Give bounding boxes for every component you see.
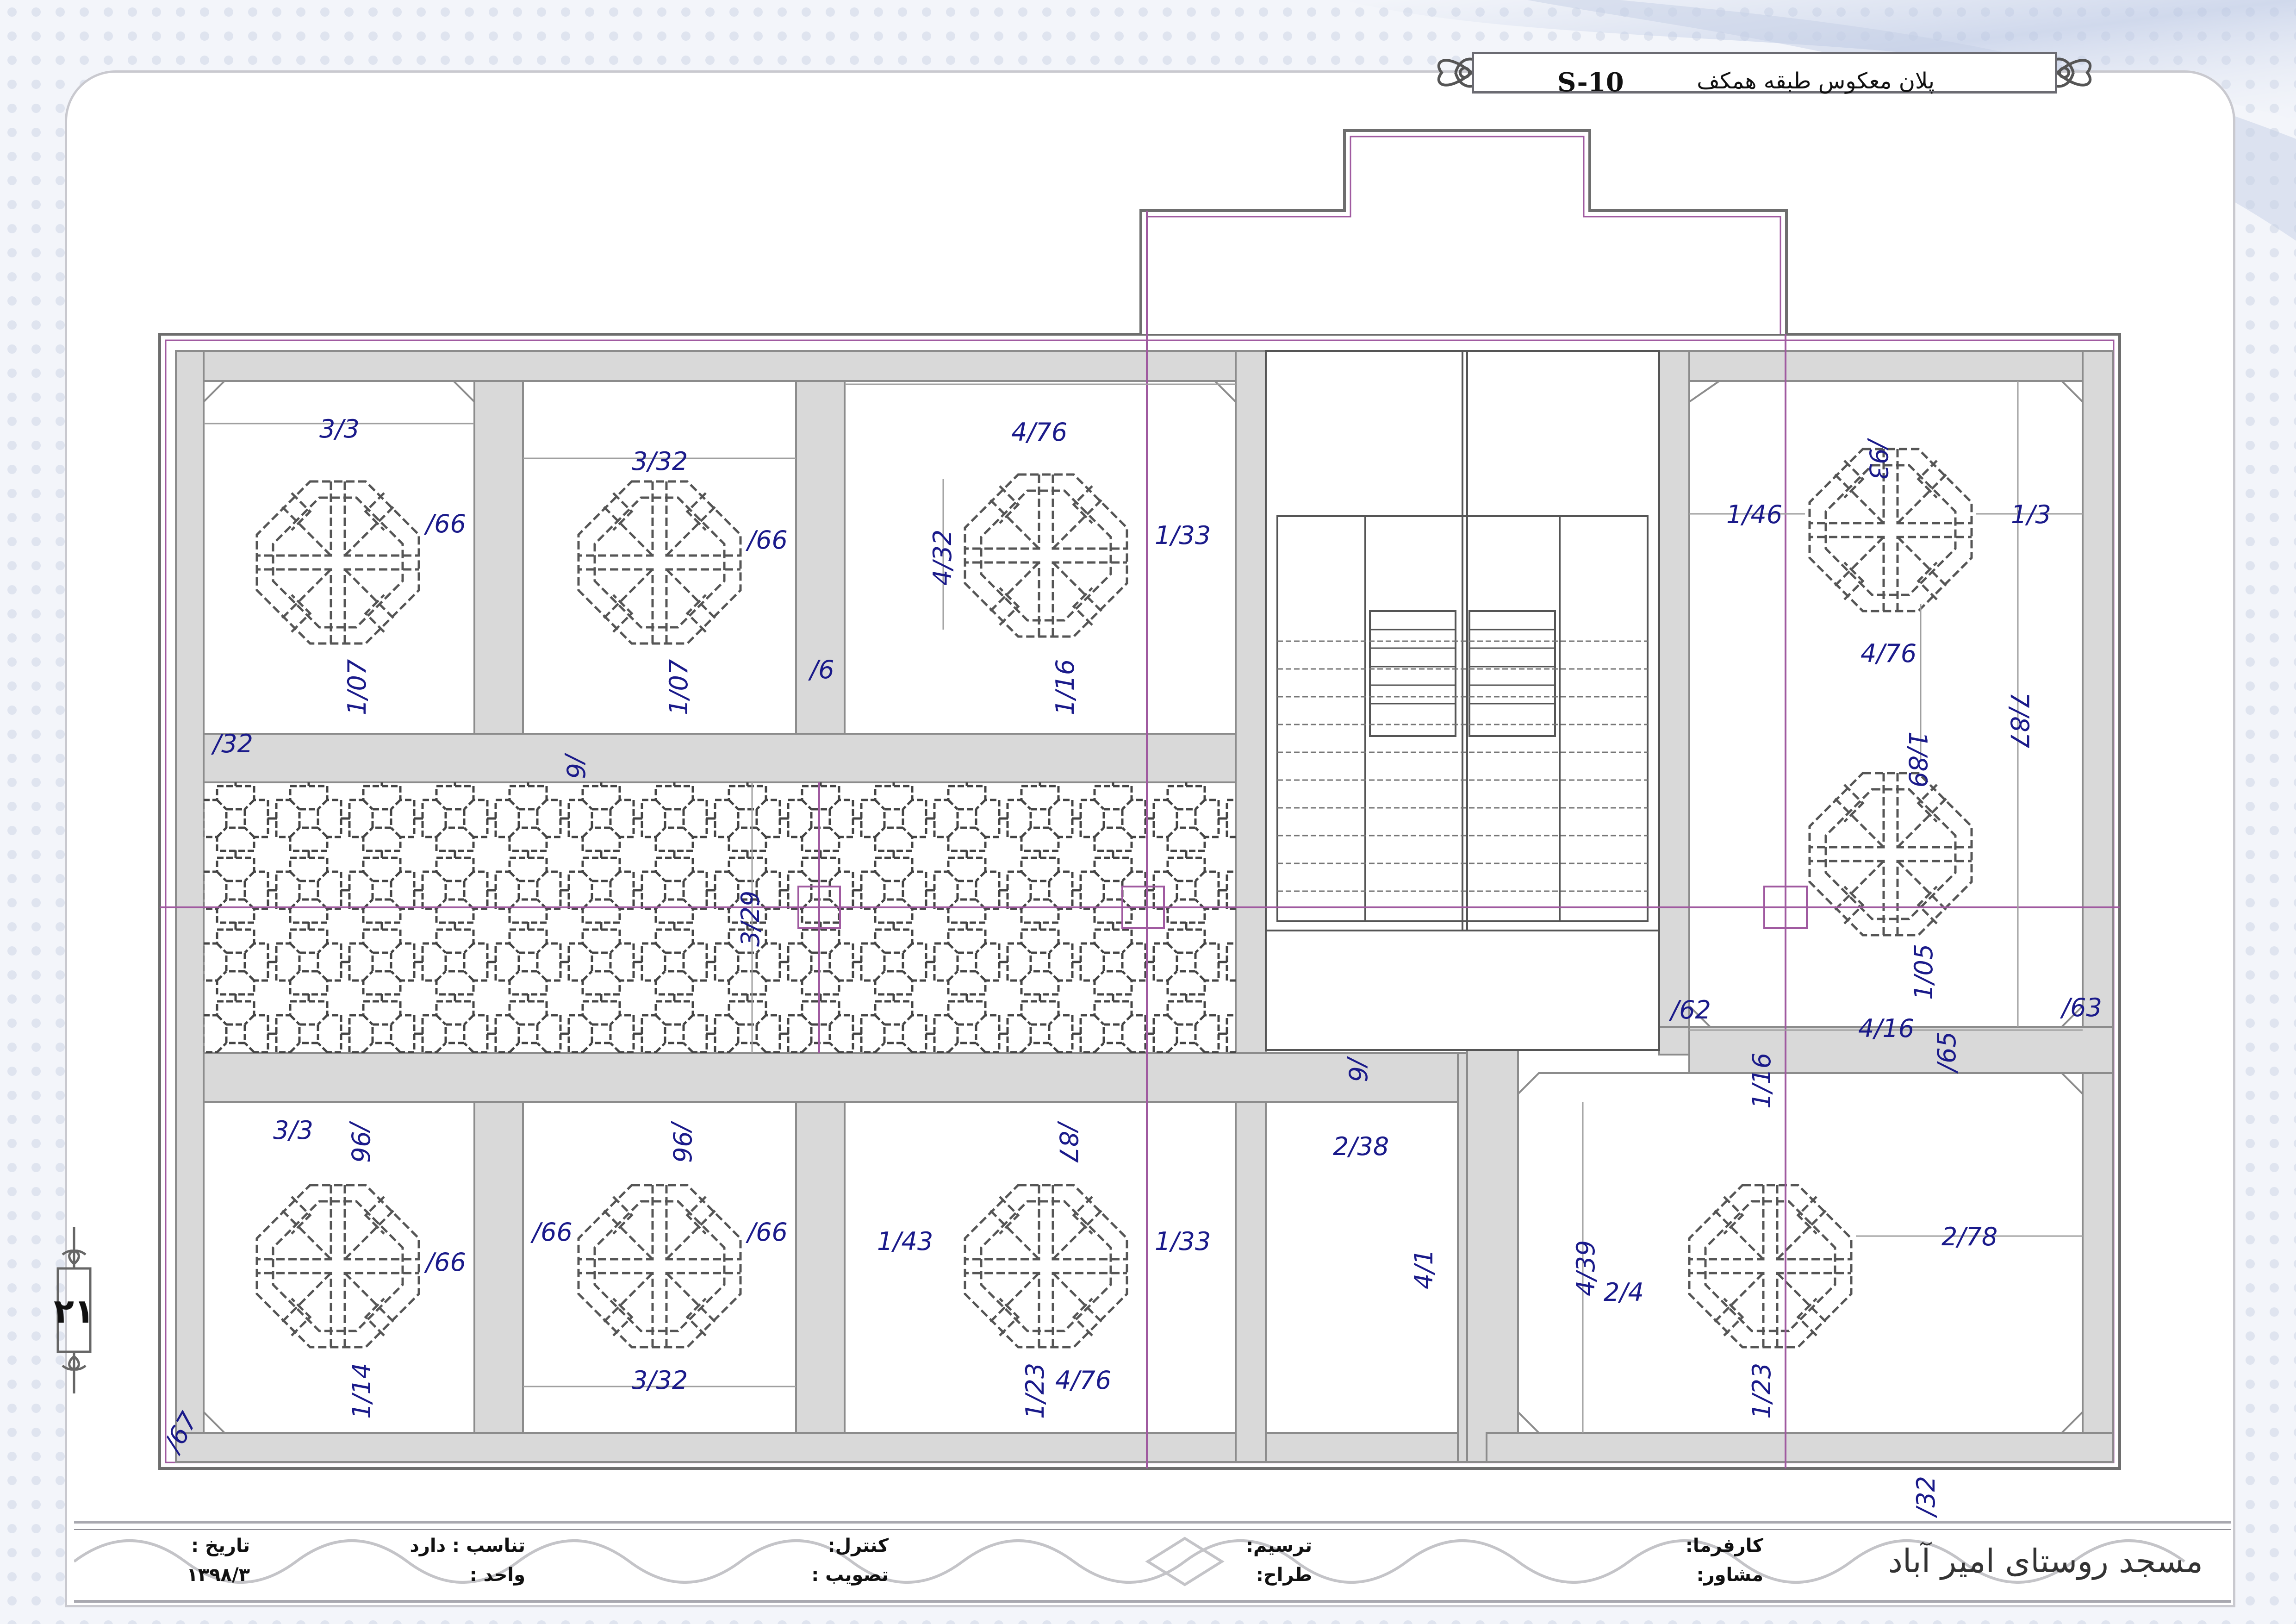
dim-label: 3/3 [273, 1116, 313, 1145]
dim-label: /63 [2060, 993, 2102, 1022]
reflected-ceiling-plan: 3/3 3/32 4/76 /66 /66 4/32 1/33 1/46 /93… [157, 129, 2121, 1518]
project-name: مسجد روستای امیر آباد [1888, 1542, 2203, 1580]
dim-label: 1/23 [1747, 1363, 1776, 1419]
dim-label: 1/23 [1020, 1363, 1050, 1419]
dim-label: 1/16 [1747, 1053, 1776, 1109]
dim-label: /6 [808, 655, 834, 684]
dim-label: 4/39 [1571, 1240, 1600, 1296]
dim-label: 1/07 [664, 659, 693, 715]
sheet-code: S-10 [1557, 67, 1624, 98]
page-number: ۲۱ [54, 1292, 94, 1330]
dim-label: /66 [424, 1248, 466, 1277]
dim-label: /87 [1054, 1121, 1083, 1163]
dim-label: /93 [1864, 438, 1893, 480]
dim-label: 1/05 [1909, 944, 1938, 1000]
dim-label: 2/78 [1941, 1222, 1997, 1251]
dim-label: 4/16 [1858, 1014, 1914, 1043]
dim-label: 2/38 [1333, 1132, 1389, 1161]
dim-label: /62 [1669, 995, 1711, 1024]
dim-label: 4/1 [1409, 1249, 1438, 1289]
dim-label: /96 [667, 1121, 697, 1163]
dim-label: /66 [424, 509, 466, 538]
title-frame: S-10 پلان معکوس طبقه همکف [1472, 52, 2057, 98]
dim-label: 4/76 [1011, 418, 1067, 447]
dim-label: 7/87 [2005, 692, 2034, 748]
consultant-label: مشاور: [1696, 1564, 1763, 1586]
dim-label: 1/46 [1726, 500, 1782, 529]
designer-label: طراح: [1256, 1564, 1312, 1586]
dim-label: 1/3 [2011, 500, 2051, 529]
dim-label: 1/43 [877, 1227, 933, 1256]
dim-label: 1/33 [1155, 521, 1211, 550]
dim-label: 1/14 [347, 1363, 376, 1419]
dim-label: /66 [530, 1218, 572, 1247]
page-number-badge: ۲۱ [49, 1227, 100, 1393]
sheet-title-bar: S-10 پلان معکوس طبقه همکف [1428, 43, 2101, 103]
employer-label: کارفرما: [1685, 1535, 1763, 1556]
control-label: کنترل: [828, 1535, 889, 1556]
dim-label: /96 [346, 1121, 375, 1163]
dim-label: 3/32 [632, 447, 688, 476]
approval-label: تصویب : [811, 1564, 889, 1586]
scale-label: تناسب : دارد [410, 1535, 525, 1556]
dim-label: /66 [746, 525, 788, 555]
dim-label: 3/32 [632, 1366, 688, 1395]
date-label: تاریخ : [191, 1535, 250, 1556]
drafting-label: ترسیم: [1246, 1535, 1312, 1556]
dim-label: 1/16 [1051, 659, 1080, 715]
unit-label: واحد : [469, 1564, 525, 1586]
dim-label: /6 [561, 753, 590, 779]
title-block: مسجد روستای امیر آباد کارفرما: مشاور: تر… [74, 1521, 2231, 1603]
dim-label: /32 [211, 729, 253, 758]
date-value: ۱۳۹۸/۳ [187, 1564, 250, 1586]
dim-label: 4/32 [928, 530, 957, 586]
dim-label: /65 [1932, 1031, 1961, 1074]
dim-label: 4/76 [1055, 1366, 1111, 1395]
sheet-title: پلان معکوس طبقه همکف [1697, 68, 1935, 94]
dim-label: 1/89 [1903, 731, 1932, 787]
dim-label: /66 [746, 1218, 788, 1247]
dim-label: /32 [1911, 1476, 1941, 1518]
dim-label: 3/3 [319, 414, 360, 443]
dim-label: 2/4 [1604, 1278, 1644, 1307]
dim-label: 1/33 [1155, 1227, 1211, 1256]
dim-label: /6 [1343, 1056, 1372, 1082]
dim-label: 3/29 [736, 891, 765, 947]
dim-label: 4/76 [1860, 639, 1916, 668]
dim-label: 1/07 [342, 659, 372, 715]
